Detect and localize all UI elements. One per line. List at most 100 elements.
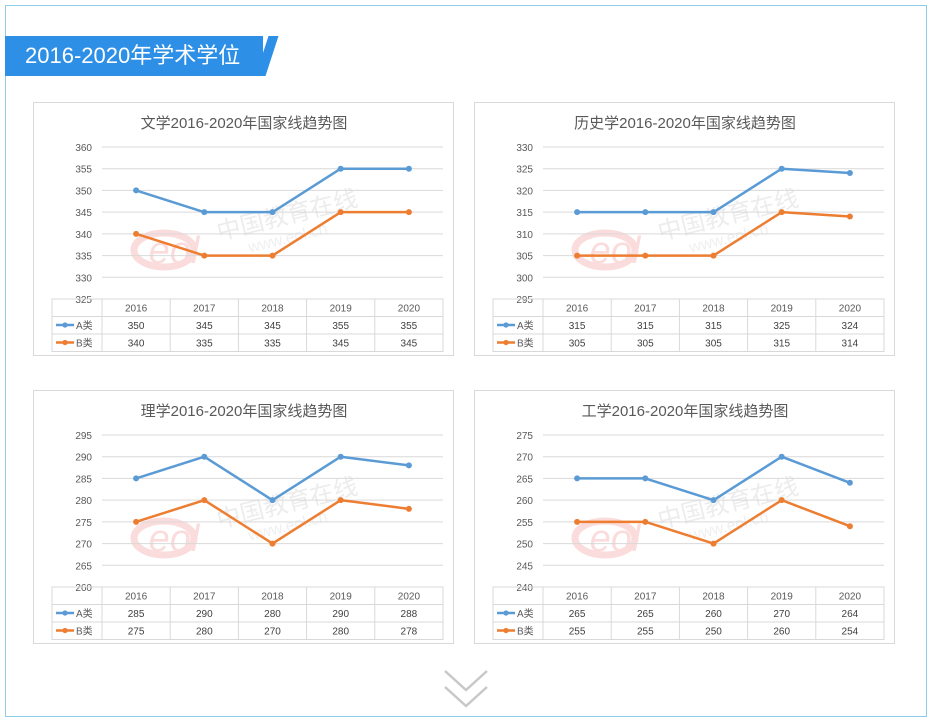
watermark-logo-text: eol xyxy=(149,518,201,560)
data-table-value: 255 xyxy=(637,627,654,638)
legend-marker xyxy=(503,339,509,346)
data-table-value: 280 xyxy=(196,627,213,638)
data-point xyxy=(710,540,717,547)
data-point xyxy=(574,518,581,525)
y-tick-label: 305 xyxy=(516,252,533,263)
data-table-value: 255 xyxy=(569,627,586,638)
y-tick-label: 300 xyxy=(516,273,533,284)
data-table-value: 270 xyxy=(264,627,281,638)
x-category-label: 2019 xyxy=(771,592,794,603)
data-point xyxy=(710,209,717,216)
data-point xyxy=(133,518,140,525)
watermark-logo-text: eol xyxy=(590,230,642,272)
watermark: eol中国教育在线www.eol.cn xyxy=(130,185,360,272)
data-table-value: 290 xyxy=(332,609,349,620)
y-tick-label: 270 xyxy=(75,540,92,551)
chart-title: 文学2016-2020年国家线趋势图 xyxy=(141,115,348,132)
data-table-value: 315 xyxy=(637,321,654,332)
y-tick-label: 260 xyxy=(516,496,533,507)
chart-panel-history: eol 中国教育在线 www.eol.cn 历史学2016-2020年国家线趋势图 29… xyxy=(474,102,895,356)
y-tick-label: 290 xyxy=(75,453,92,464)
legend-label: B类 xyxy=(517,625,534,638)
y-tick-label: 355 xyxy=(75,165,92,176)
data-table-value: 265 xyxy=(569,609,586,620)
y-tick-label: 285 xyxy=(75,474,92,485)
legend-marker xyxy=(503,610,509,616)
x-category-label: 2016 xyxy=(125,592,148,603)
legend-marker xyxy=(503,322,509,328)
data-point xyxy=(337,165,344,172)
y-tick-label: 280 xyxy=(75,496,92,507)
y-tick-label: 350 xyxy=(75,186,92,197)
data-table-value: 278 xyxy=(401,627,418,638)
data-table: 2016 2017 2018 2019 2020 A类 285 290 280 290 288 B类 2… xyxy=(51,586,444,640)
y-tick-label: 325 xyxy=(516,165,533,176)
y-tick-label: 275 xyxy=(516,431,533,442)
data-table-value: 315 xyxy=(569,321,586,332)
double-chevron-down-icon[interactable] xyxy=(442,668,490,712)
data-table-value: 285 xyxy=(128,609,145,620)
chart-panel-science: eol 中国教育在线 www.eol.cn 理学2016-2020年国家线趋势图 260… xyxy=(33,390,454,644)
chart-title: 理学2016-2020年国家线趋势图 xyxy=(141,403,348,420)
chart-svg: eol中国教育在线www.eol.cn 文学2016-2020年国家线趋势图 325… xyxy=(51,115,444,352)
y-tick-label: 315 xyxy=(516,208,533,219)
data-table: 2016 2017 2018 2019 2020 A类 350 345 345 355 355 B类 3… xyxy=(51,298,444,352)
x-category-label: 2018 xyxy=(261,304,284,315)
data-point xyxy=(337,497,344,504)
data-point xyxy=(269,497,276,504)
watermark: eol中国教育在线www.eol.cn xyxy=(571,473,801,560)
legend-label: A类 xyxy=(517,607,534,620)
data-table-value: 335 xyxy=(196,339,213,350)
data-point xyxy=(846,479,853,486)
chart-panel-engineering: eol 中国教育在线 www.eol.cn 工学2016-2020年国家线趋势图 240… xyxy=(474,390,895,644)
data-table-value: 264 xyxy=(842,609,859,620)
data-point xyxy=(201,209,208,216)
legend-marker xyxy=(62,339,68,346)
data-table-value: 305 xyxy=(637,339,654,350)
y-tick-label: 260 xyxy=(75,583,92,594)
data-table: 2016 2017 2018 2019 2020 A类 265 265 260 270 264 B类 2… xyxy=(492,586,885,640)
y-tick-label: 255 xyxy=(516,518,533,529)
data-table-value: 315 xyxy=(705,321,722,332)
y-tick-label: 245 xyxy=(516,561,533,572)
legend-label: B类 xyxy=(76,625,93,638)
data-table-value: 250 xyxy=(705,627,722,638)
chart-panel-literature: eol 中国教育在线 www.eol.cn 文学2016-2020年国家线趋势图 325… xyxy=(33,102,454,356)
data-point xyxy=(337,453,344,460)
data-table-value: 260 xyxy=(773,627,790,638)
data-point xyxy=(642,209,649,216)
watermark-logo-text: eol xyxy=(590,518,642,560)
data-point xyxy=(574,475,581,482)
data-table-value: 315 xyxy=(773,339,790,350)
data-table-value: 350 xyxy=(128,321,145,332)
x-category-label: 2019 xyxy=(330,304,353,315)
x-category-label: 2016 xyxy=(566,304,589,315)
x-category-label: 2017 xyxy=(634,592,657,603)
data-point xyxy=(269,540,276,547)
data-table: 2016 2017 2018 2019 2020 A类 315 315 315 325 324 B类 3… xyxy=(492,298,885,352)
data-point xyxy=(846,170,853,177)
y-tick-label: 360 xyxy=(75,143,92,154)
y-tick-label: 240 xyxy=(516,583,533,594)
section-title: 2016-2020年学术学位 xyxy=(25,43,241,68)
y-tick-label: 335 xyxy=(75,252,92,263)
data-point xyxy=(337,209,344,216)
legend-label: B类 xyxy=(76,337,93,350)
y-tick-label: 310 xyxy=(516,230,533,241)
x-category-label: 2017 xyxy=(634,304,657,315)
data-table-value: 345 xyxy=(401,339,418,350)
data-table-value: 288 xyxy=(401,609,418,620)
data-table-value: 280 xyxy=(264,609,281,620)
y-tick-label: 340 xyxy=(75,230,92,241)
data-table-value: 355 xyxy=(401,321,418,332)
legend-label: A类 xyxy=(76,607,93,620)
data-point xyxy=(201,453,208,460)
data-point xyxy=(405,505,412,512)
data-table-value: 325 xyxy=(773,321,790,332)
data-table-value: 265 xyxy=(637,609,654,620)
x-category-label: 2018 xyxy=(702,304,725,315)
data-point xyxy=(642,475,649,482)
chart-title: 工学2016-2020年国家线趋势图 xyxy=(582,403,789,420)
y-tick-label: 325 xyxy=(75,295,92,306)
data-point xyxy=(405,462,412,469)
